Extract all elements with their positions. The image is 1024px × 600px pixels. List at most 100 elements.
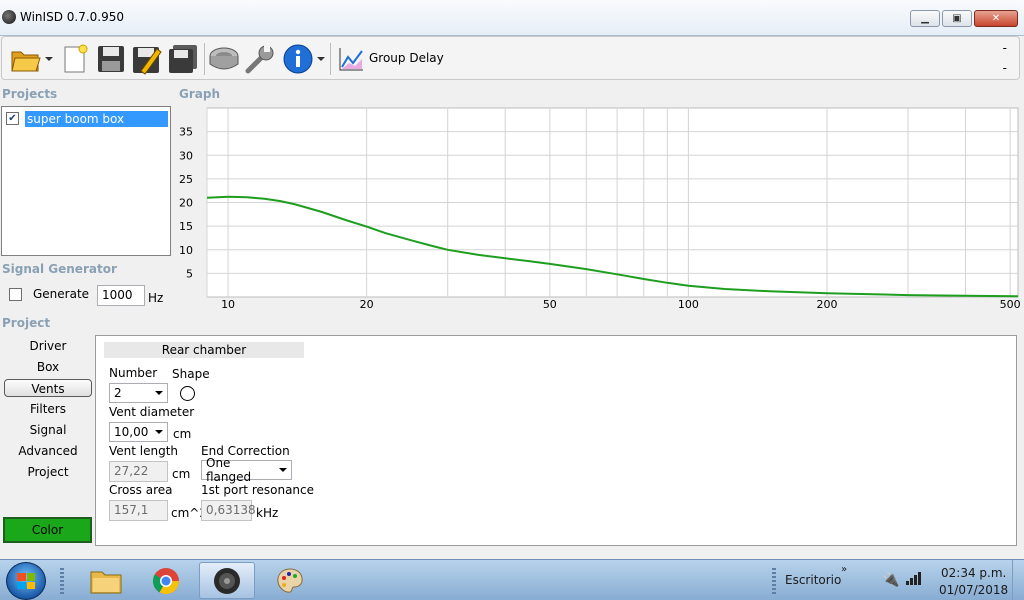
nav-filters[interactable]: Filters	[4, 400, 92, 418]
minimize-button[interactable]: ▁	[910, 10, 940, 27]
nav-signal[interactable]: Signal	[4, 421, 92, 439]
maximize-icon: ▣	[952, 13, 962, 24]
y-tick-label: 20	[179, 197, 193, 210]
cross-area-label: Cross area	[109, 483, 173, 497]
clock-time[interactable]: 02:34 p.m.	[941, 566, 1006, 580]
close-button[interactable]: ✕	[974, 10, 1018, 27]
generate-checkbox[interactable]	[9, 287, 22, 301]
number-select[interactable]: 2	[109, 383, 168, 403]
list-item[interactable]: ✔ super boom box	[6, 110, 168, 127]
nav-project[interactable]: Project	[4, 463, 92, 481]
chevron-down-icon	[316, 57, 325, 61]
clock-date[interactable]: 01/07/2018	[939, 583, 1008, 597]
x-tick-label: 200	[816, 298, 837, 311]
save-as-button[interactable]	[130, 41, 164, 77]
graph-heading: Graph	[179, 87, 220, 101]
nav-vents[interactable]: Vents	[4, 379, 92, 397]
vent-length-field[interactable]: 27,22	[109, 461, 168, 482]
x-tick-label: 500	[1000, 298, 1020, 311]
nav-driver[interactable]: Driver	[4, 337, 92, 355]
title-bar: WinISD 0.7.0.950 ▁ ▣ ✕	[0, 0, 1024, 36]
y-tick-label: 25	[179, 173, 193, 186]
x-tick-labels: 10 20 50 100 200 500	[221, 298, 1021, 311]
group-delay-chart: 5 10 15 20 25 30 35 10 20 50 100 200 500	[179, 107, 1021, 311]
save-all-button[interactable]	[166, 41, 200, 77]
graph-panel[interactable]: 5 10 15 20 25 30 35 10 20 50 100 200 500	[175, 106, 1021, 316]
taskbar-paint[interactable]	[262, 562, 318, 599]
graph-type-button[interactable]	[336, 41, 366, 77]
nav-advanced[interactable]: Advanced	[4, 442, 92, 460]
project-name[interactable]: super boom box	[25, 110, 168, 127]
vent-diameter-unit: cm	[173, 427, 192, 441]
toolbar-separator	[204, 43, 205, 75]
project-heading: Project	[2, 316, 51, 330]
y-tick-label: 10	[179, 244, 193, 257]
frequency-unit: Hz	[148, 291, 164, 305]
vent-length-unit: cm	[172, 467, 191, 481]
port-resonance-field[interactable]: 0,63138	[201, 500, 256, 521]
vent-diameter-select[interactable]: 10,00	[109, 422, 168, 442]
vent-diameter-label: Vent diameter	[109, 405, 195, 419]
graph-type-label[interactable]: Group Delay	[369, 51, 444, 65]
x-tick-label: 20	[360, 298, 374, 311]
toolbar: Group Delay - -	[1, 36, 1020, 80]
number-label: Number	[109, 366, 158, 380]
desktop-toolbar-label[interactable]: Escritorio	[785, 573, 841, 587]
show-hidden-icons-icon[interactable]: »	[841, 564, 847, 575]
end-correction-value: One flanged	[206, 456, 252, 484]
generate-toggle[interactable]: Generate	[9, 287, 89, 301]
project-checkbox[interactable]: ✔	[6, 112, 19, 125]
chevron-down-icon	[155, 430, 163, 434]
taskbar-chrome[interactable]	[138, 562, 194, 599]
signal-generator-heading: Signal Generator	[2, 262, 117, 276]
line-chart-icon	[339, 48, 363, 71]
projects-heading: Projects	[2, 87, 58, 101]
vent-diameter-value: 10,00	[114, 425, 149, 439]
speaker-driver-icon	[209, 47, 239, 70]
maximize-button[interactable]: ▣	[942, 10, 972, 27]
windows-logo-icon	[17, 573, 35, 589]
shape-label: Shape	[172, 367, 210, 381]
close-icon: ✕	[991, 13, 1001, 24]
options-button[interactable]	[243, 41, 277, 77]
rear-chamber-tab[interactable]: Rear chamber	[104, 342, 304, 358]
cross-area-field[interactable]: 157,1	[109, 500, 168, 521]
number-value: 2	[114, 386, 122, 400]
chevron-down-icon	[279, 468, 287, 472]
floppy-multiple-icon	[169, 45, 197, 73]
save-button[interactable]	[95, 41, 127, 77]
app-icon	[2, 10, 16, 24]
window-controls: ▁ ▣ ✕	[910, 10, 1018, 27]
floppy-save-icon	[98, 46, 124, 72]
info-icon	[283, 44, 312, 74]
color-button[interactable]: Color	[3, 517, 92, 543]
driver-editor-button[interactable]	[207, 41, 241, 77]
taskbar-grip	[60, 568, 64, 594]
end-correction-select[interactable]: One flanged	[201, 456, 292, 484]
round-shape-icon[interactable]	[180, 386, 195, 401]
start-button[interactable]	[6, 562, 46, 600]
taskbar: Escritorio » 🔌 02:34 p.m. 01/07/2018	[0, 559, 1024, 600]
y-tick-label: 5	[186, 267, 193, 280]
frequency-input[interactable]: 1000	[97, 285, 145, 306]
new-project-button[interactable]	[60, 41, 90, 77]
info-button[interactable]	[280, 41, 326, 77]
folder-open-icon	[10, 51, 41, 72]
paint-palette-icon	[277, 567, 303, 593]
vents-panel: Rear chamber Number Shape 2 Vent diamete…	[95, 335, 1017, 546]
y-tick-label: 35	[179, 126, 193, 139]
x-tick-label: 10	[221, 298, 235, 311]
port-resonance-label: 1st port resonance	[201, 483, 315, 497]
nav-box[interactable]: Box	[4, 358, 92, 376]
taskbar-winisd[interactable]	[199, 562, 255, 599]
network-signal-icon[interactable]	[905, 570, 923, 589]
x-tick-label: 50	[543, 298, 557, 311]
projects-list[interactable]: ✔ super boom box	[1, 106, 171, 256]
x-tick-label: 100	[678, 298, 699, 311]
toolbar-dash-top: -	[1002, 41, 1007, 55]
port-resonance-unit: kHz	[256, 506, 279, 520]
open-project-button[interactable]	[8, 41, 54, 77]
power-plug-icon[interactable]: 🔌	[882, 572, 899, 588]
show-desktop-button[interactable]	[1012, 560, 1024, 600]
taskbar-explorer[interactable]	[78, 562, 134, 599]
